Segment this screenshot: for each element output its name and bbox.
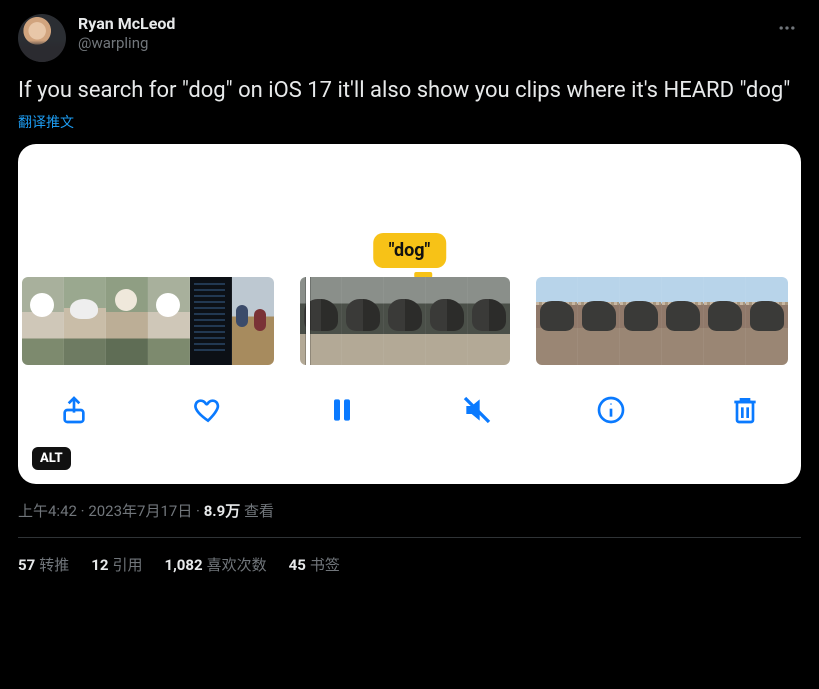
clip-frame	[148, 277, 190, 365]
more-options-button[interactable]	[773, 14, 801, 46]
clip-frame	[536, 277, 578, 365]
clip-group-1[interactable]	[22, 277, 274, 365]
retweets-label: 转推	[39, 556, 69, 574]
delete-button[interactable]	[725, 390, 765, 430]
bookmarks-label: 书签	[310, 556, 340, 574]
clip-frame	[342, 277, 384, 365]
media-top-area: "dog"	[18, 144, 801, 274]
share-button[interactable]	[54, 390, 94, 430]
quotes-count: 12	[91, 556, 108, 574]
likes-count: 1,082	[164, 556, 202, 574]
clip-group-2-playhead[interactable]	[300, 277, 510, 365]
media-toolbar	[18, 368, 801, 452]
clip-frame	[64, 277, 106, 365]
clip-frame	[704, 277, 746, 365]
clip-frame	[384, 277, 426, 365]
search-match-badge: "dog"	[373, 233, 447, 268]
user-handle: @warpling	[78, 34, 175, 53]
clip-frame	[106, 277, 148, 365]
tweet-meta: 上午4:42 · 2023年7月17日 · 8.9万 查看	[18, 500, 801, 521]
media-attachment[interactable]: "dog"	[18, 144, 801, 484]
stat-quotes[interactable]: 12引用	[91, 554, 142, 575]
clip-frame	[232, 277, 274, 365]
tweet-text: If you search for "dog" on iOS 17 it'll …	[18, 76, 801, 106]
clip-frame	[22, 277, 64, 365]
clip-frame	[746, 277, 788, 365]
info-button[interactable]	[591, 390, 631, 430]
clip-frame	[426, 277, 468, 365]
clip-group-3[interactable]	[536, 277, 788, 365]
speaker-muted-icon	[461, 394, 493, 426]
favorite-button[interactable]	[188, 390, 228, 430]
pause-button[interactable]	[322, 390, 362, 430]
clip-frame	[620, 277, 662, 365]
tweet-time[interactable]: 上午4:42	[18, 502, 77, 520]
views-count: 8.9万	[204, 502, 241, 520]
views-label: 查看	[244, 502, 274, 520]
heart-icon	[192, 394, 224, 426]
avatar[interactable]	[18, 14, 66, 62]
pause-icon	[326, 394, 358, 426]
tweet-header: Ryan McLeod @warpling	[18, 14, 801, 62]
clip-frame	[578, 277, 620, 365]
mute-button[interactable]	[457, 390, 497, 430]
clip-frame	[662, 277, 704, 365]
clip-frame	[300, 277, 342, 365]
stat-retweets[interactable]: 57转推	[18, 554, 69, 575]
trash-icon	[729, 394, 761, 426]
retweets-count: 57	[18, 556, 35, 574]
tweet-stats: 57转推 12引用 1,082 喜欢次数 45书签	[18, 538, 801, 575]
alt-badge[interactable]: ALT	[32, 447, 71, 470]
user-name-block[interactable]: Ryan McLeod @warpling	[78, 14, 175, 53]
stat-bookmarks[interactable]: 45书签	[289, 554, 340, 575]
tweet-date[interactable]: 2023年7月17日	[88, 502, 192, 520]
video-timeline[interactable]	[18, 274, 801, 368]
more-icon	[777, 18, 797, 38]
likes-label: 喜欢次数	[207, 556, 267, 574]
tweet-container: Ryan McLeod @warpling If you search for …	[0, 0, 819, 575]
clip-frame	[468, 277, 510, 365]
clip-frame	[190, 277, 232, 365]
share-icon	[58, 394, 90, 426]
stat-likes[interactable]: 1,082 喜欢次数	[164, 554, 266, 575]
info-icon	[595, 394, 627, 426]
user-display-name: Ryan McLeod	[78, 14, 175, 34]
bookmarks-count: 45	[289, 556, 306, 574]
quotes-label: 引用	[112, 556, 142, 574]
translate-link[interactable]: 翻译推文	[18, 112, 801, 132]
